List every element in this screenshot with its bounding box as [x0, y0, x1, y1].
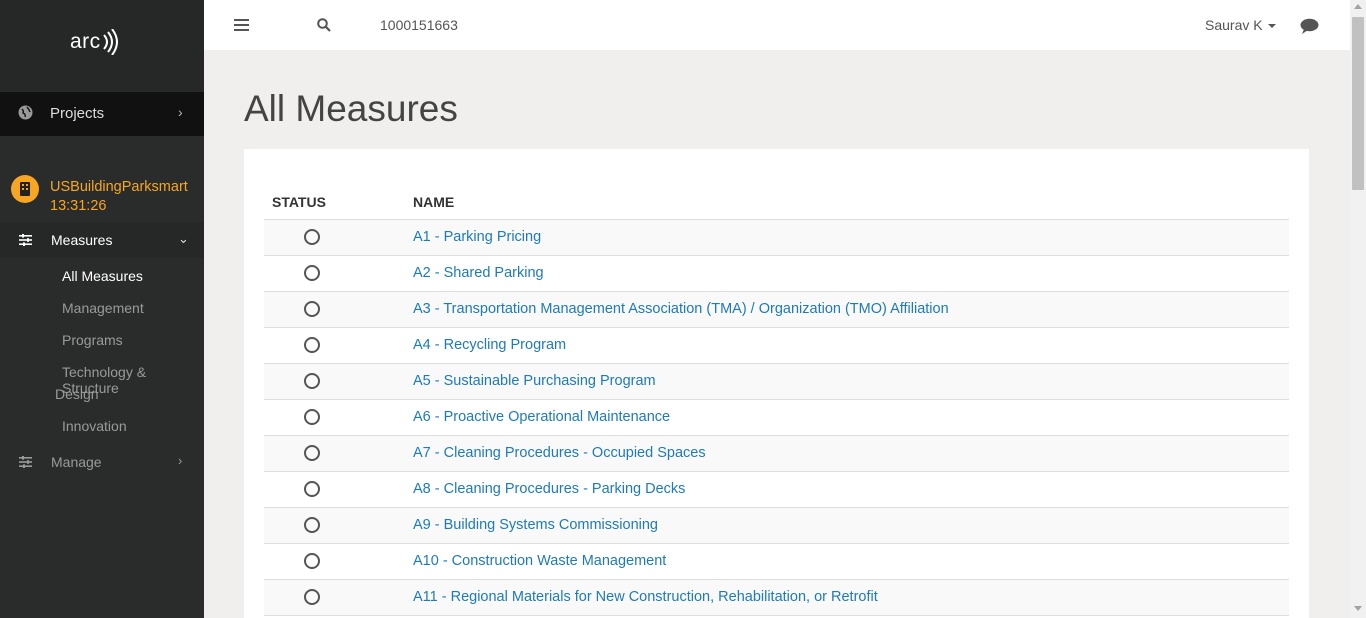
- column-header-status: STATUS: [272, 194, 326, 210]
- sidebar-item-measures[interactable]: Measures ⌄: [0, 222, 204, 258]
- logo-area: arc: [0, 0, 204, 91]
- measure-link[interactable]: A10 - Construction Waste Management: [413, 553, 666, 569]
- chevron-right-icon: ›: [178, 453, 183, 468]
- project-name: USBuildingParksmart 13:31:26: [50, 178, 188, 216]
- measure-link[interactable]: A11 - Regional Materials for New Constru…: [413, 589, 878, 605]
- page-title: All Measures: [244, 88, 458, 129]
- status-circle-icon: [304, 517, 320, 533]
- status-circle-icon: [304, 373, 320, 389]
- status-circle-icon: [304, 553, 320, 569]
- table-header: STATUS NAME: [264, 192, 1289, 220]
- search-icon[interactable]: [317, 18, 331, 32]
- status-circle-icon: [304, 481, 320, 497]
- chevron-down-icon: ⌄: [178, 231, 189, 246]
- scroll-up-arrow-icon[interactable]: [1354, 4, 1362, 9]
- chevron-right-icon: ›: [178, 104, 183, 120]
- sidebar-subitem-design[interactable]: Design: [55, 386, 99, 402]
- table-row: A5 - Sustainable Purchasing Program: [264, 364, 1289, 400]
- status-circle-icon: [304, 337, 320, 353]
- table-row: A7 - Cleaning Procedures - Occupied Spac…: [264, 436, 1289, 472]
- measures-card: STATUS NAME A1 - Parking Pricing A2 - Sh…: [244, 149, 1309, 618]
- status-circle-icon: [304, 445, 320, 461]
- table-row: A1 - Parking Pricing: [264, 220, 1289, 256]
- measure-link[interactable]: A3 - Transportation Management Associati…: [413, 301, 949, 317]
- project-id: 1000151663: [380, 17, 458, 33]
- scroll-down-arrow-icon[interactable]: [1354, 606, 1362, 611]
- sidebar-subitem-programs[interactable]: Programs: [62, 332, 123, 348]
- status-circle-icon: [304, 301, 320, 317]
- status-circle-icon: [304, 265, 320, 281]
- measure-link[interactable]: A4 - Recycling Program: [413, 337, 566, 353]
- measure-link[interactable]: A7 - Cleaning Procedures - Occupied Spac…: [413, 445, 706, 461]
- table-row: A10 - Construction Waste Management: [264, 544, 1289, 580]
- measure-link[interactable]: A8 - Cleaning Procedures - Parking Decks: [413, 481, 685, 497]
- logo-text: arc: [70, 30, 101, 53]
- sidebar-item-projects[interactable]: Projects ›: [0, 92, 204, 136]
- status-circle-icon: [304, 589, 320, 605]
- measure-link[interactable]: A6 - Proactive Operational Maintenance: [413, 409, 670, 425]
- globe-icon: [18, 105, 33, 120]
- table-row: A8 - Cleaning Procedures - Parking Decks: [264, 472, 1289, 508]
- table-row: A9 - Building Systems Commissioning: [264, 508, 1289, 544]
- measure-link[interactable]: A5 - Sustainable Purchasing Program: [413, 373, 656, 389]
- table-row: A2 - Shared Parking: [264, 256, 1289, 292]
- arc-logo[interactable]: arc: [70, 29, 118, 55]
- hamburger-menu-icon[interactable]: [234, 19, 249, 31]
- project-name-line1: USBuildingParksmart: [50, 179, 188, 195]
- column-header-name: NAME: [413, 194, 455, 210]
- sliders-icon: [19, 234, 32, 246]
- sidebar-item-manage[interactable]: Manage ›: [0, 450, 204, 482]
- signal-waves-icon: [102, 29, 118, 55]
- sidebar-subitem-management[interactable]: Management: [62, 300, 144, 316]
- building-icon: [11, 175, 39, 203]
- table-row: A3 - Transportation Management Associati…: [264, 292, 1289, 328]
- sliders-icon: [19, 456, 32, 468]
- table-row: A6 - Proactive Operational Maintenance: [264, 400, 1289, 436]
- status-circle-icon: [304, 409, 320, 425]
- sidebar-subitem-all-measures[interactable]: All Measures: [62, 268, 143, 284]
- table-row: A4 - Recycling Program: [264, 328, 1289, 364]
- sidebar: arc Projects › USBuildingParksmart 13:31…: [0, 0, 204, 618]
- sidebar-item-label: Manage: [51, 454, 102, 470]
- status-circle-icon: [304, 229, 320, 245]
- measure-link[interactable]: A2 - Shared Parking: [413, 265, 544, 281]
- sidebar-subitem-innovation[interactable]: Innovation: [62, 418, 127, 434]
- table-row: A11 - Regional Materials for New Constru…: [264, 580, 1289, 616]
- sidebar-item-label: Projects: [50, 105, 105, 122]
- measures-table-body: A1 - Parking Pricing A2 - Shared Parking…: [264, 220, 1289, 616]
- page-scrollbar[interactable]: [1350, 0, 1366, 618]
- sidebar-item-label: Measures: [51, 232, 113, 248]
- user-name: Saurav K: [1205, 17, 1263, 33]
- measure-link[interactable]: A1 - Parking Pricing: [413, 229, 541, 245]
- chat-bubble-icon[interactable]: [1300, 18, 1319, 34]
- caret-down-icon: [1267, 24, 1276, 29]
- scrollbar-thumb[interactable]: [1352, 17, 1364, 190]
- current-project[interactable]: USBuildingParksmart 13:31:26: [0, 169, 204, 219]
- user-menu[interactable]: Saurav K: [1205, 17, 1276, 33]
- top-bar: 1000151663 Saurav K: [204, 0, 1350, 50]
- project-name-line2: 13:31:26: [50, 198, 107, 214]
- measure-link[interactable]: A9 - Building Systems Commissioning: [413, 517, 658, 533]
